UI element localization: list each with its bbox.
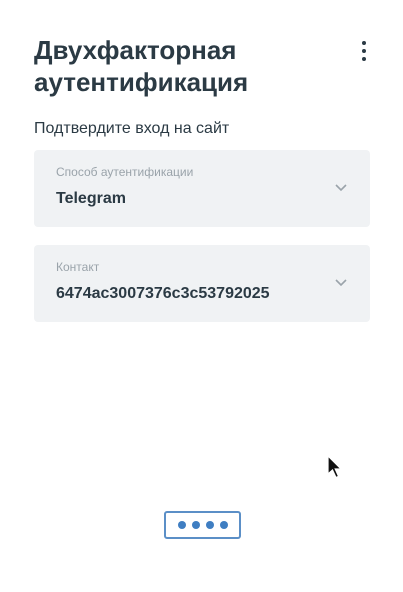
auth-method-label: Способ аутентификации xyxy=(56,165,194,179)
loading-dot xyxy=(191,521,200,529)
chevron-down-icon xyxy=(335,279,347,287)
page-title: Двухфакторная аутентификация xyxy=(34,35,249,97)
more-vertical-icon-dot xyxy=(362,49,366,53)
two-factor-auth-page: Двухфакторная аутентификация Подтвердите… xyxy=(0,0,403,592)
loading-dot xyxy=(219,521,228,529)
auth-method-value: Telegram xyxy=(56,190,126,207)
more-vertical-icon xyxy=(362,41,366,45)
loading-indicator xyxy=(164,511,241,539)
contact-value: 6474ac3007376c3c53792025 xyxy=(56,285,270,302)
more-vertical-icon-dot xyxy=(362,57,366,61)
page-subtitle: Подтвердите вход на сайт xyxy=(34,120,230,137)
contact-label: Контакт xyxy=(56,260,100,274)
mouse-cursor-icon xyxy=(327,455,343,479)
loading-dot xyxy=(177,521,186,529)
auth-method-select[interactable]: Способ аутентификации Telegram xyxy=(34,150,370,227)
more-options-button[interactable] xyxy=(354,38,374,64)
contact-select[interactable]: Контакт 6474ac3007376c3c53792025 xyxy=(34,245,370,322)
chevron-down-icon xyxy=(335,184,347,192)
loading-dot xyxy=(205,521,214,529)
